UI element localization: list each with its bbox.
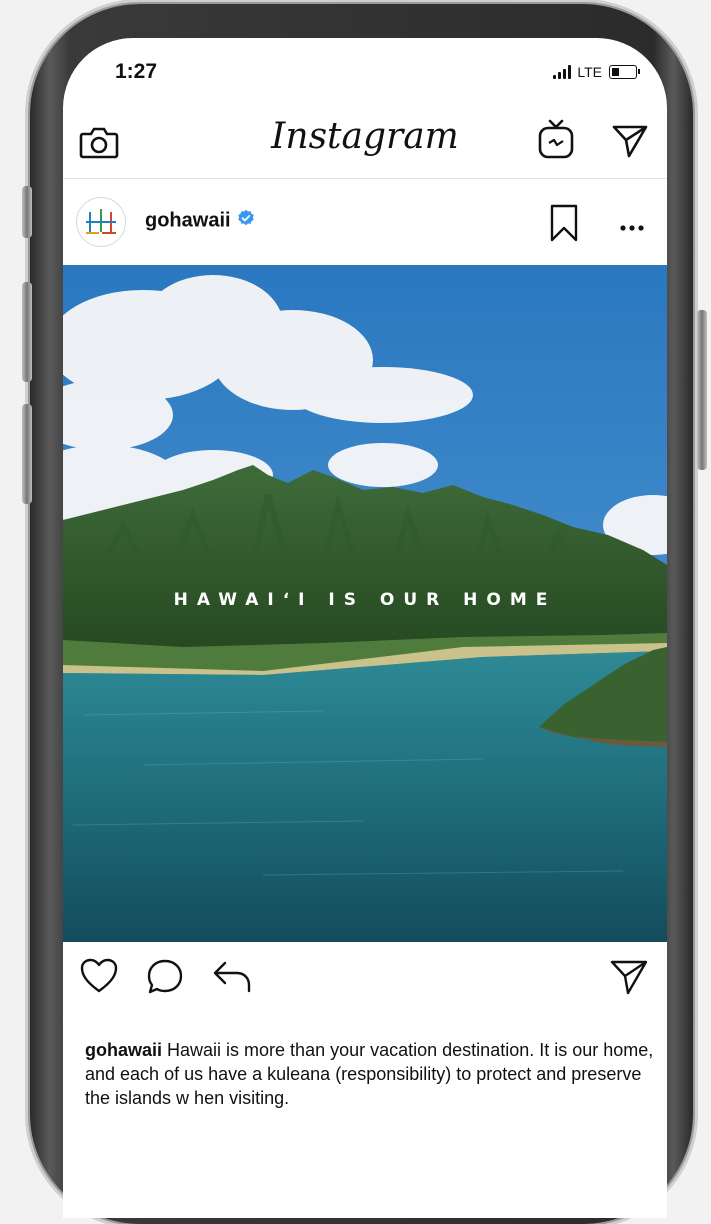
volume-down-button — [22, 404, 32, 504]
comment-icon[interactable] — [145, 957, 185, 1002]
igtv-icon[interactable] — [537, 118, 575, 165]
status-time: 1:27 — [115, 60, 158, 83]
phone-screen: 1:27 LTE Instagram gohawaii HAWAIʻI IS O… — [63, 38, 667, 1218]
volume-up-button — [22, 282, 32, 382]
power-button — [697, 310, 707, 470]
direct-message-icon[interactable] — [611, 122, 649, 165]
direct-share-icon[interactable] — [609, 957, 649, 1002]
post-actions — [63, 943, 667, 1015]
signal-icon — [553, 65, 572, 79]
caption-username[interactable]: gohawaii — [85, 1040, 162, 1060]
heart-icon[interactable] — [79, 957, 119, 1000]
post-username[interactable]: gohawaii — [145, 209, 255, 233]
status-indicators: LTE — [553, 64, 640, 80]
app-header: Instagram — [63, 106, 667, 179]
post-header: gohawaii — [63, 179, 667, 265]
mute-switch — [22, 186, 32, 238]
bookmark-icon[interactable] — [549, 203, 579, 248]
battery-icon — [609, 65, 640, 79]
network-label: LTE — [577, 64, 602, 80]
username-text: gohawaii — [145, 209, 231, 232]
more-options-icon[interactable] — [619, 219, 645, 237]
post-image[interactable]: HAWAIʻI IS OUR HOME — [63, 265, 667, 942]
app-logo: Instagram — [271, 116, 459, 157]
share-icon[interactable] — [211, 957, 253, 1002]
status-bar: 1:27 LTE — [63, 38, 667, 106]
verified-badge-icon — [237, 209, 255, 233]
post-caption: gohawaii Hawaii is more than your vacati… — [85, 1038, 655, 1110]
avatar[interactable] — [76, 197, 126, 247]
image-overlay-text: HAWAIʻI IS OUR HOME — [173, 590, 557, 610]
caption-text: Hawaii is more than your vacation destin… — [85, 1040, 654, 1108]
gohawaii-logo-icon — [86, 209, 116, 234]
